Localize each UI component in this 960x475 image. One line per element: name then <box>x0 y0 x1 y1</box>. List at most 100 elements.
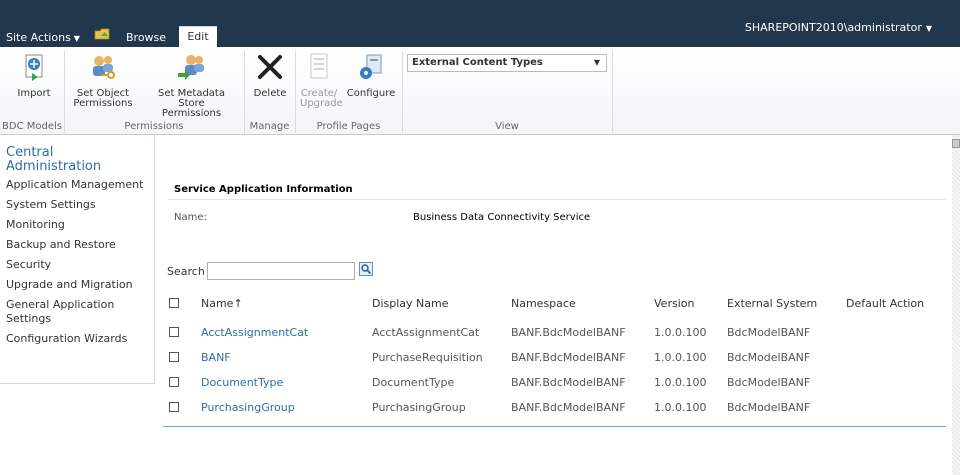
left-navigation: Central Administration Application Manag… <box>0 135 155 384</box>
set-metadata-store-permissions-label-1: Set Metadata Store <box>158 88 225 109</box>
column-header-version[interactable]: Version <box>654 297 694 310</box>
group-label-profile-pages: Profile Pages <box>316 121 381 132</box>
row-version: 1.0.0.100 <box>654 351 707 364</box>
nav-application-management[interactable]: Application Management <box>6 178 154 192</box>
row-checkbox[interactable] <box>169 377 179 387</box>
create-upgrade-button[interactable]: Create/ Upgrade <box>300 51 343 109</box>
set-metadata-store-permissions-button[interactable]: Set Metadata Store Permissions <box>144 51 239 119</box>
sort-ascending-icon: ↑ <box>233 297 243 310</box>
central-administration-label-2: Administration <box>6 159 102 174</box>
central-administration-label-1: Central <box>6 145 54 160</box>
nav-configuration-wizards[interactable]: Configuration Wizards <box>6 332 154 346</box>
row-external-system: BdcModelBANF <box>727 351 811 364</box>
search-input[interactable] <box>207 262 355 280</box>
row-display-name: DocumentType <box>372 376 455 389</box>
tab-browse[interactable]: Browse <box>126 31 166 44</box>
users-arrow-icon <box>177 55 204 80</box>
group-label-manage: Manage <box>249 121 290 132</box>
ribbon: Import Set Object Permissions Set Metada… <box>0 47 960 135</box>
group-label-bdc-models: BDC Models <box>2 121 62 132</box>
row-name-link[interactable]: AcctAssignmentCat <box>201 326 308 339</box>
group-label-permissions: Permissions <box>124 121 184 132</box>
central-administration-link[interactable]: Central Administration <box>6 146 154 174</box>
configure-button[interactable]: Configure <box>344 51 398 99</box>
row-checkbox[interactable] <box>169 352 179 362</box>
column-header-external-system[interactable]: External System <box>727 297 817 310</box>
top-bar: Site Actions ▼ Browse Edit SHAREPOINT2010… <box>0 0 960 47</box>
column-header-default-action[interactable]: Default Action <box>846 297 924 310</box>
row-display-name: AcctAssignmentCat <box>372 326 480 339</box>
table-row: PurchasingGroup PurchasingGroup BANF.Bdc… <box>163 397 953 419</box>
search-icon[interactable] <box>359 262 373 276</box>
table-bottom-rule <box>163 426 946 427</box>
chevron-down-icon: ▼ <box>925 24 932 33</box>
configure-icon <box>360 54 382 79</box>
group-label-view: View <box>495 121 519 132</box>
view-select-value: External Content Types <box>412 57 543 68</box>
name-value: Business Data Connectivity Service <box>413 212 591 223</box>
row-name-link[interactable]: BANF <box>201 351 231 364</box>
nav-general-application-settings[interactable]: General Application Settings <box>6 298 154 326</box>
row-name-link[interactable]: PurchasingGroup <box>201 401 295 414</box>
row-namespace: BANF.BdcModelBANF <box>511 401 626 414</box>
ribbon-divider <box>612 51 613 133</box>
row-version: 1.0.0.100 <box>654 326 707 339</box>
scrollbar-thumb[interactable] <box>952 139 960 148</box>
import-icon <box>25 54 43 81</box>
row-display-name: PurchasingGroup <box>372 401 466 414</box>
column-header-name[interactable]: Name↑ <box>201 297 243 310</box>
column-header-display-name[interactable]: Display Name <box>372 297 449 310</box>
set-object-permissions-button[interactable]: Set Object Permissions <box>72 51 134 109</box>
delete-label: Delete <box>253 88 287 99</box>
row-version: 1.0.0.100 <box>654 401 707 414</box>
nav-upgrade-and-migration[interactable]: Upgrade and Migration <box>6 278 154 292</box>
table-row: DocumentType DocumentType BANF.BdcModelB… <box>163 372 953 394</box>
row-display-name: PurchaseRequisition <box>372 351 483 364</box>
section-divider <box>168 199 946 200</box>
navigate-up-icon[interactable] <box>94 26 110 40</box>
column-header-namespace[interactable]: Namespace <box>511 297 576 310</box>
nav-backup-and-restore[interactable]: Backup and Restore <box>6 238 154 252</box>
set-object-permissions-label-2: Permissions <box>73 98 133 109</box>
page-icon <box>310 53 328 79</box>
search-label: Search <box>167 265 205 278</box>
section-title: Service Application Information <box>174 184 353 195</box>
table-header: Name↑ Display Name Namespace Version Ext… <box>163 296 953 314</box>
row-checkbox[interactable] <box>169 402 179 412</box>
row-namespace: BANF.BdcModelBANF <box>511 376 626 389</box>
import-label: Import <box>17 88 51 99</box>
table-row: BANF PurchaseRequisition BANF.BdcModelBA… <box>163 347 953 369</box>
table-row: AcctAssignmentCat AcctAssignmentCat BANF… <box>163 322 953 344</box>
nav-system-settings[interactable]: System Settings <box>6 198 154 212</box>
site-actions-label: Site Actions <box>6 31 71 44</box>
column-header-name-label: Name <box>201 297 234 310</box>
user-name: SHAREPOINT2010\administrator <box>744 21 922 34</box>
row-external-system: BdcModelBANF <box>727 376 811 389</box>
set-metadata-store-permissions-label-2: Permissions <box>161 108 222 119</box>
user-menu[interactable]: SHAREPOINT2010\administrator ▼ <box>745 21 932 34</box>
import-button[interactable]: Import <box>14 51 54 99</box>
delete-x-icon <box>258 55 282 79</box>
row-version: 1.0.0.100 <box>654 376 707 389</box>
nav-general-application-label-2: Settings <box>6 312 52 325</box>
tab-edit[interactable]: Edit <box>179 26 217 47</box>
row-checkbox[interactable] <box>169 327 179 337</box>
chevron-down-icon: ▼ <box>593 58 600 67</box>
nav-security[interactable]: Security <box>6 258 154 272</box>
row-namespace: BANF.BdcModelBANF <box>511 351 626 364</box>
users-key-icon <box>93 56 115 79</box>
name-label: Name: <box>174 212 207 223</box>
chevron-down-icon: ▼ <box>73 34 80 43</box>
delete-button[interactable]: Delete <box>250 51 290 99</box>
select-all-checkbox[interactable] <box>169 298 179 308</box>
nav-general-application-label-1: General Application <box>6 298 115 311</box>
view-select[interactable]: External Content Types ▼ <box>407 54 607 72</box>
configure-label: Configure <box>346 88 396 99</box>
nav-monitoring[interactable]: Monitoring <box>6 218 154 232</box>
row-name-link[interactable]: DocumentType <box>201 376 283 389</box>
vertical-scrollbar[interactable] <box>952 135 960 475</box>
site-actions-menu[interactable]: Site Actions ▼ <box>6 31 80 44</box>
row-external-system: BdcModelBANF <box>727 326 811 339</box>
row-namespace: BANF.BdcModelBANF <box>511 326 626 339</box>
row-external-system: BdcModelBANF <box>727 401 811 414</box>
